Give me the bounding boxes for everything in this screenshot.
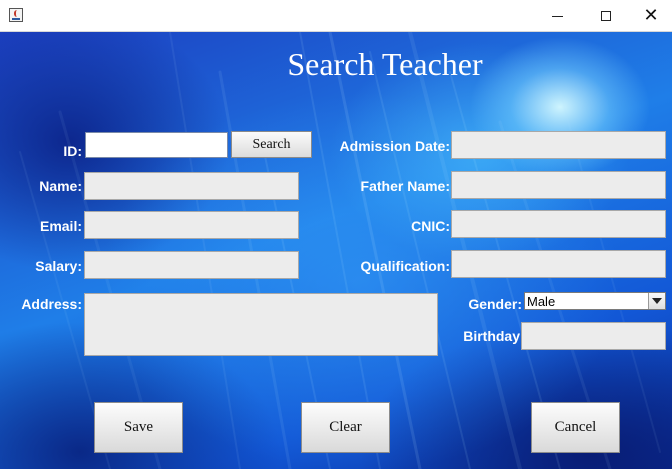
father-name-label: Father Name:	[360, 178, 450, 194]
cancel-button[interactable]: Cancel	[531, 402, 620, 453]
address-label: Address:	[21, 296, 82, 312]
close-button[interactable]: ✕	[628, 0, 672, 32]
name-label: Name:	[39, 178, 82, 194]
minimize-button[interactable]	[534, 0, 580, 32]
page-title: Search Teacher	[287, 46, 483, 82]
close-icon: ✕	[643, 5, 659, 26]
maximize-icon	[601, 11, 611, 21]
admission-date-field[interactable]	[451, 131, 666, 159]
gender-select[interactable]: Male	[524, 292, 666, 310]
birthday-label: Birthday	[463, 328, 520, 344]
salary-label: Salary:	[35, 258, 82, 274]
address-field[interactable]	[84, 293, 438, 356]
maximize-button[interactable]	[583, 0, 629, 32]
father-name-field[interactable]	[451, 171, 666, 199]
cnic-label: CNIC:	[411, 218, 450, 234]
clear-button[interactable]: Clear	[301, 402, 390, 453]
id-input[interactable]	[85, 132, 228, 158]
chevron-down-icon	[652, 298, 662, 304]
gender-dropdown-button[interactable]	[648, 293, 665, 309]
save-button[interactable]: Save	[94, 402, 183, 453]
form-panel: Search Teacher ID: Search Name: Email: S…	[0, 32, 672, 469]
salary-field[interactable]	[84, 251, 299, 279]
name-field[interactable]	[84, 172, 299, 200]
email-field[interactable]	[84, 211, 299, 239]
java-app-icon	[9, 8, 23, 22]
email-label: Email:	[39, 218, 82, 234]
gender-label: Gender:	[468, 296, 522, 312]
title-bar: ✕	[0, 0, 672, 32]
admission-date-label: Admission Date:	[339, 138, 450, 154]
search-button[interactable]: Search	[231, 131, 312, 158]
qualification-label: Qualification:	[360, 258, 450, 274]
qualification-field[interactable]	[451, 250, 666, 278]
cnic-field[interactable]	[451, 210, 666, 238]
id-label: ID:	[63, 143, 82, 159]
minimize-icon	[551, 15, 563, 17]
birthday-field[interactable]	[521, 322, 666, 350]
gender-selected-value: Male	[527, 294, 556, 309]
